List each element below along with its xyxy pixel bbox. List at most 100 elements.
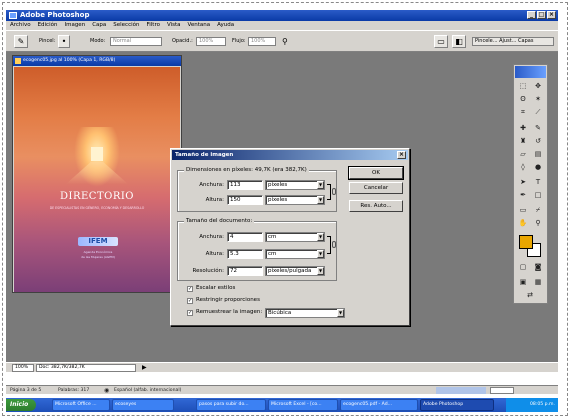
shape-tool-icon[interactable]: □ [532, 190, 544, 201]
chevron-down-icon: ▼ [317, 250, 324, 258]
auto-resolution-button[interactable]: Res. Auto... [349, 200, 403, 212]
menu-archivo[interactable]: Archivo [10, 21, 31, 30]
altura-doc-field[interactable]: 5.3 [227, 249, 263, 259]
jump-to-imageready-icon[interactable]: ⇄ [524, 290, 536, 301]
menu-vista[interactable]: Vista [167, 21, 181, 30]
escalar-estilos-checkbox[interactable]: ✓ [187, 286, 193, 292]
word-view-buttons[interactable] [436, 387, 486, 394]
app-title: Adobe Photoshop [20, 11, 90, 19]
flujo-field[interactable]: 100% [248, 37, 276, 46]
resolucion-field[interactable]: 72 [227, 266, 263, 276]
move-tool-icon[interactable]: ✥ [532, 81, 544, 92]
ok-button[interactable]: OK [348, 166, 404, 180]
zoom-field[interactable]: 100% [12, 364, 34, 372]
maximize-button[interactable]: □ [537, 11, 546, 19]
menu-seleccion[interactable]: Selección [113, 21, 139, 30]
standard-mode-icon[interactable]: ▢ [517, 262, 529, 273]
minimize-button[interactable]: _ [527, 11, 536, 19]
start-button[interactable]: Inicio [6, 399, 36, 411]
restringir-checkbox[interactable]: ✓ [187, 298, 193, 304]
task-ecoseyes[interactable]: ecoseyes [112, 399, 174, 411]
palette-well[interactable]: Pincele... Ajust... Capas [472, 37, 554, 46]
dialog-titlebar[interactable]: Tamaño de imagen × [172, 150, 408, 160]
history-brush-icon[interactable]: ↺ [532, 136, 544, 147]
menu-edicion[interactable]: Edición [38, 21, 58, 30]
document-titlebar[interactable]: ecogenc05.jpg al 100% (Capa 1, RGB/8) [13, 56, 181, 66]
cover-heading: DIRECTORIO [60, 191, 134, 202]
escalar-estilos-label: Escalar estilos [196, 285, 236, 291]
cover-subheading: DE ESPECIALISTAS EN GÉNERO, ECONOMÍA Y D… [49, 206, 145, 210]
file-browser-icon[interactable]: ▭ [434, 35, 448, 48]
menu-filtro[interactable]: Filtro [146, 21, 159, 30]
task-pasos-para-subir[interactable]: pasos para subir do... [196, 399, 266, 411]
photoshop-status-bar: 100% Doc: 382,7K/382,7K ▶ [6, 362, 558, 372]
remuestrear-checkbox[interactable]: ✓ [187, 310, 193, 316]
chevron-down-icon: ▼ [317, 181, 324, 189]
type-tool-icon[interactable]: T [532, 177, 544, 188]
remuestrear-method-select[interactable]: Bicúbica ▼ [265, 308, 345, 318]
opacidad-field[interactable]: 100% [196, 37, 226, 46]
palette-tab-pinceles[interactable]: Pincele... [475, 38, 498, 44]
marquee-tool-icon[interactable]: ⬚ [517, 81, 529, 92]
altura-doc-unit-select[interactable]: cm ▼ [265, 249, 325, 259]
task-microsoft-office[interactable]: Microsoft Office ... [52, 399, 110, 411]
menu-imagen[interactable]: Imagen [64, 21, 85, 30]
pen-tool-icon[interactable]: ✒ [517, 190, 529, 201]
healing-brush-icon[interactable]: ✚ [517, 123, 529, 134]
path-select-icon[interactable]: ➤ [517, 177, 529, 188]
slice-tool-icon[interactable]: ⟋ [532, 107, 544, 118]
foreground-color-swatch[interactable] [519, 235, 533, 249]
eyedropper-icon[interactable]: ⌿ [532, 205, 544, 216]
ifem-logo: IFEM [78, 237, 118, 246]
cancel-button[interactable]: Cancelar [349, 182, 403, 194]
altura-px-field[interactable]: 150 [227, 195, 263, 205]
dialog-close-button[interactable]: × [397, 151, 406, 159]
brush-tool-preset-icon[interactable]: ✎ [14, 35, 28, 48]
dodge-tool-icon[interactable]: ● [532, 162, 544, 173]
lasso-tool-icon[interactable]: ʘ [517, 94, 529, 105]
windows-taskbar: Inicio Microsoft Office ... ecoseyes pas… [6, 398, 558, 412]
toggle-palettes-icon[interactable]: ◧ [452, 35, 466, 48]
screen-mode-standard-icon[interactable]: ▣ [517, 277, 529, 288]
stamp-tool-icon[interactable]: ♜ [517, 136, 529, 147]
altura-px-unit-select[interactable]: píxeles ▼ [265, 195, 325, 205]
crop-tool-icon[interactable]: ⌗ [517, 107, 529, 118]
word-zoom-box[interactable] [490, 387, 514, 394]
chevron-down-icon: ▼ [317, 233, 324, 241]
task-adobe-photoshop[interactable]: Adobe Photoshop [420, 399, 494, 411]
anchura-doc-unit-select[interactable]: cm ▼ [265, 232, 325, 242]
anchura-px-field[interactable]: 113 [227, 180, 263, 190]
notes-tool-icon[interactable]: ▭ [517, 205, 529, 216]
spellcheck-icon[interactable]: ◉ [104, 386, 109, 395]
eraser-tool-icon[interactable]: ▱ [517, 149, 529, 160]
menu-capa[interactable]: Capa [92, 21, 106, 30]
document-canvas[interactable]: DIRECTORIO DE ESPECIALISTAS EN GÉNERO, E… [14, 67, 180, 292]
cover-line-2: de las Mujeres (AGEM) [81, 255, 115, 259]
quick-mask-icon[interactable]: ◙ [532, 262, 544, 273]
blur-tool-icon[interactable]: ◊ [517, 162, 529, 173]
screen-mode-full-icon[interactable]: ▦ [532, 277, 544, 288]
anchura-doc-field[interactable]: 4 [227, 232, 263, 242]
modo-select[interactable]: Normal [110, 37, 162, 46]
palette-tab-ajustes[interactable]: Ajust... [499, 38, 516, 44]
anchura-px-unit-select[interactable]: píxeles ▼ [265, 180, 325, 190]
photoshop-logo-icon [9, 12, 17, 19]
task-microsoft-excel[interactable]: Microsoft Excel - [co... [268, 399, 338, 411]
brush-tool-icon[interactable]: ✎ [532, 123, 544, 134]
hand-tool-icon[interactable]: ✋ [517, 218, 529, 229]
gradient-tool-icon[interactable]: ▤ [532, 149, 544, 160]
menu-ventana[interactable]: Ventana [188, 21, 211, 30]
zoom-tool-icon[interactable]: ⚲ [532, 218, 544, 229]
magic-wand-icon[interactable]: ✶ [532, 94, 544, 105]
task-ecogenc05-pdf[interactable]: ecogenc05.pdf - Ad... [340, 399, 418, 411]
status-menu-arrow-icon[interactable]: ▶ [142, 363, 147, 372]
chain-link-icon [332, 241, 336, 248]
menu-ayuda[interactable]: Ayuda [217, 21, 234, 30]
resolucion-unit-select[interactable]: píxeles/pulgada ▼ [265, 266, 325, 276]
system-tray: 08:05 p.m. [506, 398, 558, 412]
brush-picker-icon[interactable]: • [58, 35, 70, 48]
palette-tab-capas[interactable]: Capas [518, 38, 533, 44]
close-button[interactable]: × [547, 11, 556, 19]
airbrush-icon[interactable]: ⚲ [282, 37, 288, 46]
document-icon [15, 58, 21, 64]
